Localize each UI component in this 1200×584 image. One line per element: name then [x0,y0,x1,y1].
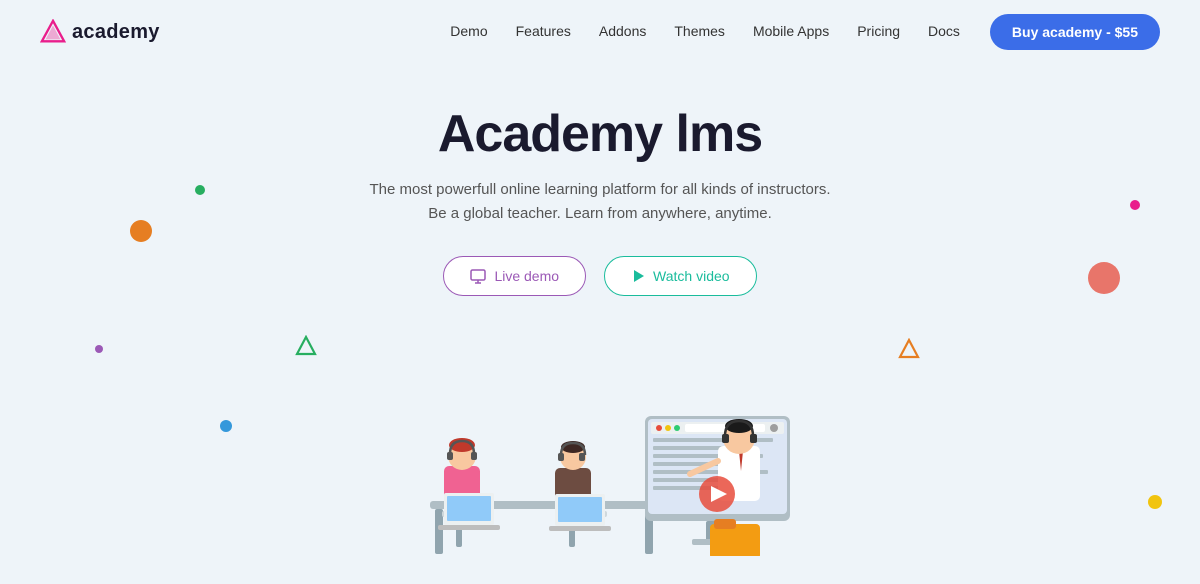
nav-link-mobile-apps[interactable]: Mobile Apps [753,23,829,39]
logo[interactable]: academy [40,19,160,45]
hero-subtitle: The most powerfull online learning platf… [350,178,850,226]
hero-title: Academy lms [20,104,1180,164]
live-demo-button[interactable]: Live demo [443,256,586,296]
hero-section: Academy lms The most powerfull online le… [0,64,1200,346]
navbar: academy Demo Features Addons Themes Mobi… [0,0,1200,64]
nav-link-pricing[interactable]: Pricing [857,23,900,39]
nav-link-addons[interactable]: Addons [599,23,646,39]
play-icon [631,269,645,283]
illustration-area [0,356,1200,556]
logo-text: academy [72,21,160,44]
nav-link-demo[interactable]: Demo [450,23,487,39]
monitor-icon [470,268,486,284]
hero-buttons: Live demo Watch video [20,256,1180,296]
decoration-dot-yellow [1148,495,1162,509]
hero-illustration [370,356,830,556]
nav-link-docs[interactable]: Docs [928,23,960,39]
decoration-dot-blue [220,420,232,432]
nav-links: Demo Features Addons Themes Mobile Apps … [450,23,960,41]
nav-link-themes[interactable]: Themes [674,23,725,39]
logo-icon [40,19,66,45]
buy-button[interactable]: Buy academy - $55 [990,14,1160,50]
nav-link-features[interactable]: Features [516,23,571,39]
watch-video-button[interactable]: Watch video [604,256,757,296]
decoration-dot-purple [95,345,103,353]
